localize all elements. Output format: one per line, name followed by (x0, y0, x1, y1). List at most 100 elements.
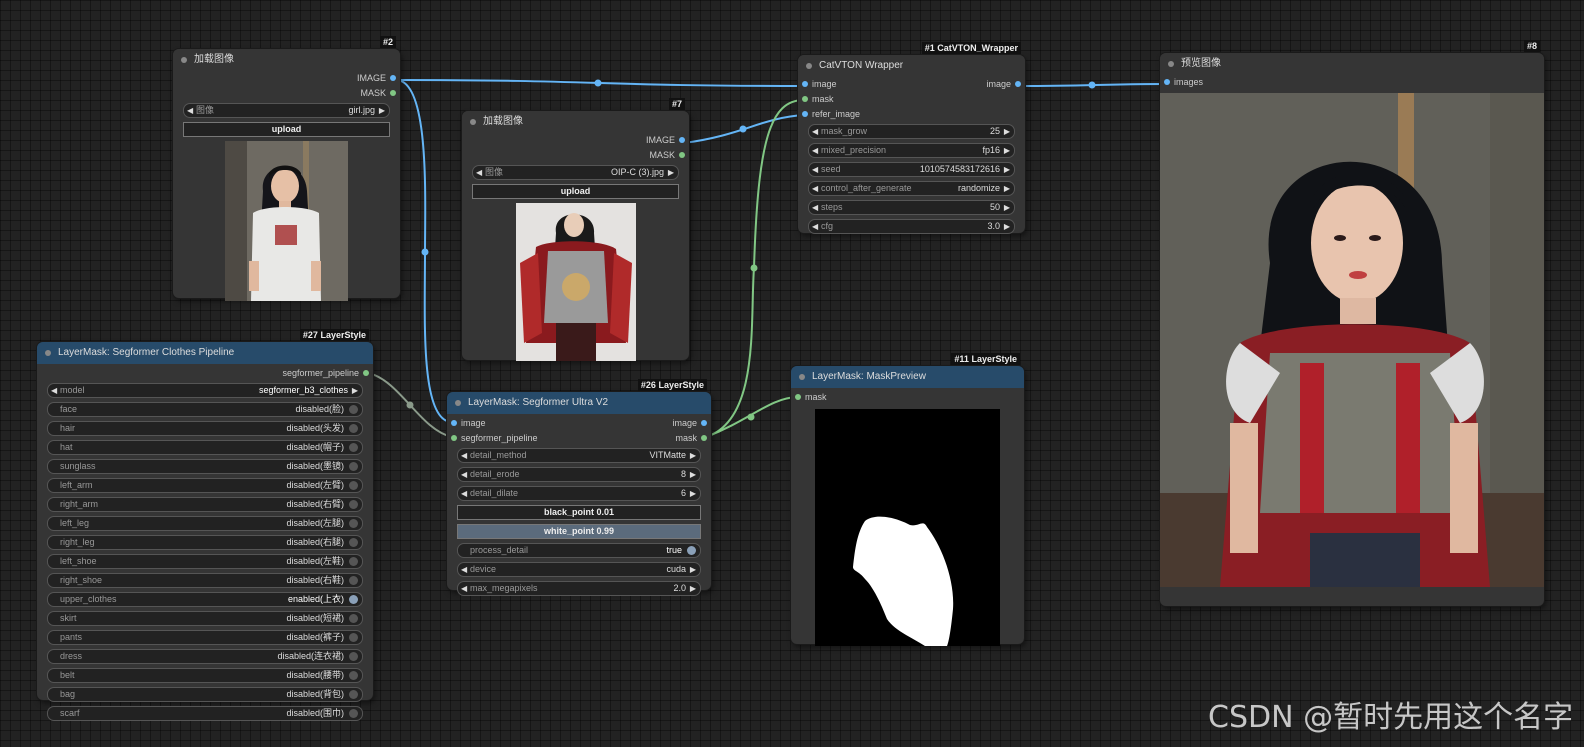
toggle-knob-icon[interactable] (349, 405, 358, 414)
toggle-knob-icon[interactable] (687, 546, 696, 555)
load-image-node-2[interactable]: #2 加载图像 IMAGE MASK ◀ 图像 girl.jpg ▶ upload (173, 36, 400, 301)
toggle-knob-icon[interactable] (349, 671, 358, 680)
arrow-left-icon[interactable]: ◀ (461, 487, 467, 500)
output-slot-icon[interactable] (390, 75, 396, 81)
arrow-right-icon[interactable]: ▶ (379, 104, 385, 117)
upload-button[interactable]: upload (472, 184, 679, 199)
toggle-hat[interactable]: hat disabled(帽子) (47, 440, 363, 455)
process-detail-toggle[interactable]: process_detail true (457, 543, 701, 558)
input-segformer-pipeline[interactable]: segformer_pipeline mask (447, 431, 711, 446)
arrow-left-icon[interactable]: ◀ (461, 449, 467, 462)
node-title[interactable]: 加载图像 (173, 49, 400, 71)
arrow-left-icon[interactable]: ◀ (461, 582, 467, 595)
toggle-left-arm[interactable]: left_arm disabled(左臂) (47, 478, 363, 493)
output-mask[interactable]: MASK (462, 148, 689, 163)
output-slot-icon[interactable] (701, 420, 707, 426)
upload-button[interactable]: upload (183, 122, 390, 137)
input-image[interactable]: image image (447, 416, 711, 431)
link-midpoint[interactable] (750, 264, 758, 272)
input-slot-icon[interactable] (795, 394, 801, 400)
arrow-right-icon[interactable]: ▶ (1004, 163, 1010, 176)
toggle-left-shoe[interactable]: left_shoe disabled(左鞋) (47, 554, 363, 569)
arrow-left-icon[interactable]: ◀ (812, 201, 818, 214)
collapse-dot-icon[interactable] (1168, 61, 1174, 67)
widget-steps[interactable]: ◀ steps 50 ▶ (808, 200, 1015, 215)
toggle-knob-icon[interactable] (349, 538, 358, 547)
arrow-left-icon[interactable]: ◀ (812, 182, 818, 195)
toggle-upper-clothes[interactable]: upper_clothes enabled(上衣) (47, 592, 363, 607)
link-midpoint[interactable] (739, 125, 747, 133)
output-slot-icon[interactable] (679, 137, 685, 143)
segformer-ultra-v2-node[interactable]: #26 LayerStyle LayerMask: Segformer Ultr… (447, 379, 711, 596)
toggle-dress[interactable]: dress disabled(连衣裙) (47, 649, 363, 664)
output-slot-icon[interactable] (679, 152, 685, 158)
output-image[interactable]: IMAGE (173, 71, 400, 86)
toggle-knob-icon[interactable] (349, 690, 358, 699)
widget-mask-grow[interactable]: ◀ mask_grow 25 ▶ (808, 124, 1015, 139)
segformer-clothes-pipeline-node[interactable]: #27 LayerStyle LayerMask: Segformer Clot… (37, 329, 373, 721)
catvton-wrapper-node[interactable]: #1 CatVTON_Wrapper CatVTON Wrapper image… (798, 42, 1025, 234)
arrow-right-icon[interactable]: ▶ (690, 487, 696, 500)
arrow-right-icon[interactable]: ▶ (1004, 182, 1010, 195)
input-slot-icon[interactable] (802, 81, 808, 87)
arrow-left-icon[interactable]: ◀ (812, 220, 818, 233)
toggle-knob-icon[interactable] (349, 652, 358, 661)
link-midpoint[interactable] (594, 79, 602, 87)
input-slot-icon[interactable] (451, 435, 457, 441)
toggle-knob-icon[interactable] (349, 633, 358, 642)
toggle-right-shoe[interactable]: right_shoe disabled(右鞋) (47, 573, 363, 588)
arrow-left-icon[interactable]: ◀ (812, 144, 818, 157)
toggle-knob-icon[interactable] (349, 424, 358, 433)
widget-detail-method[interactable]: ◀ detail_method VITMatte ▶ (457, 448, 701, 463)
arrow-right-icon[interactable]: ▶ (1004, 220, 1010, 233)
node-title[interactable]: LayerMask: Segformer Clothes Pipeline (37, 342, 373, 364)
toggle-belt[interactable]: belt disabled(腰带) (47, 668, 363, 683)
preview-image-node[interactable]: #8 预览图像 images (1160, 40, 1544, 606)
widget-control-after-generate[interactable]: ◀ control_after_generate randomize ▶ (808, 181, 1015, 196)
toggle-right-leg[interactable]: right_leg disabled(右腿) (47, 535, 363, 550)
collapse-dot-icon[interactable] (455, 400, 461, 406)
node-title[interactable]: 预览图像 (1160, 53, 1544, 75)
toggle-knob-icon[interactable] (349, 500, 358, 509)
collapse-dot-icon[interactable] (806, 63, 812, 69)
image-select[interactable]: ◀ 图像 girl.jpg ▶ (183, 103, 390, 118)
widget-detail-erode[interactable]: ◀ detail_erode 8 ▶ (457, 467, 701, 482)
arrow-left-icon[interactable]: ◀ (51, 384, 57, 397)
output-slot-icon[interactable] (701, 435, 707, 441)
arrow-left-icon[interactable]: ◀ (812, 125, 818, 138)
arrow-left-icon[interactable]: ◀ (476, 166, 482, 179)
mask-preview-node[interactable]: #11 LayerStyle LayerMask: MaskPreview ma… (791, 353, 1024, 646)
widget-detail-dilate[interactable]: ◀ detail_dilate 6 ▶ (457, 486, 701, 501)
widget-seed[interactable]: ◀ seed 1010574583172616 ▶ (808, 162, 1015, 177)
node-title[interactable]: LayerMask: MaskPreview (791, 366, 1024, 388)
output-segformer-pipeline[interactable]: segformer_pipeline (37, 366, 373, 381)
toggle-knob-icon[interactable] (349, 443, 358, 452)
toggle-right-arm[interactable]: right_arm disabled(右臂) (47, 497, 363, 512)
widget-device[interactable]: ◀ device cuda ▶ (457, 562, 701, 577)
link-midpoint[interactable] (406, 401, 414, 409)
input-image[interactable]: image image (798, 77, 1025, 92)
toggle-scarf[interactable]: scarf disabled(围巾) (47, 706, 363, 721)
arrow-right-icon[interactable]: ▶ (1004, 125, 1010, 138)
toggle-knob-icon[interactable] (349, 595, 358, 604)
output-slot-icon[interactable] (390, 90, 396, 96)
load-image-node-7[interactable]: #7 加载图像 IMAGE MASK ◀ 图像 OIP-C (3).jpg ▶ upl… (462, 98, 689, 361)
input-images[interactable]: images (1160, 75, 1544, 90)
node-title[interactable]: 加载图像 (462, 111, 689, 133)
output-mask[interactable]: MASK (173, 86, 400, 101)
toggle-bag[interactable]: bag disabled(背包) (47, 687, 363, 702)
output-slot-icon[interactable] (1015, 81, 1021, 87)
arrow-right-icon[interactable]: ▶ (668, 166, 674, 179)
arrow-right-icon[interactable]: ▶ (352, 384, 358, 397)
input-mask[interactable]: mask (791, 390, 1024, 405)
input-slot-icon[interactable] (802, 111, 808, 117)
link-midpoint[interactable] (747, 413, 755, 421)
white-point-slider[interactable]: white_point 0.99 (457, 524, 701, 539)
toggle-knob-icon[interactable] (349, 462, 358, 471)
node-title[interactable]: CatVTON Wrapper (798, 55, 1025, 77)
node-title[interactable]: LayerMask: Segformer Ultra V2 (447, 392, 711, 414)
model-select[interactable]: ◀ model segformer_b3_clothes ▶ (47, 383, 363, 398)
toggle-pants[interactable]: pants disabled(裤子) (47, 630, 363, 645)
arrow-left-icon[interactable]: ◀ (812, 163, 818, 176)
toggle-sunglass[interactable]: sunglass disabled(墨镜) (47, 459, 363, 474)
